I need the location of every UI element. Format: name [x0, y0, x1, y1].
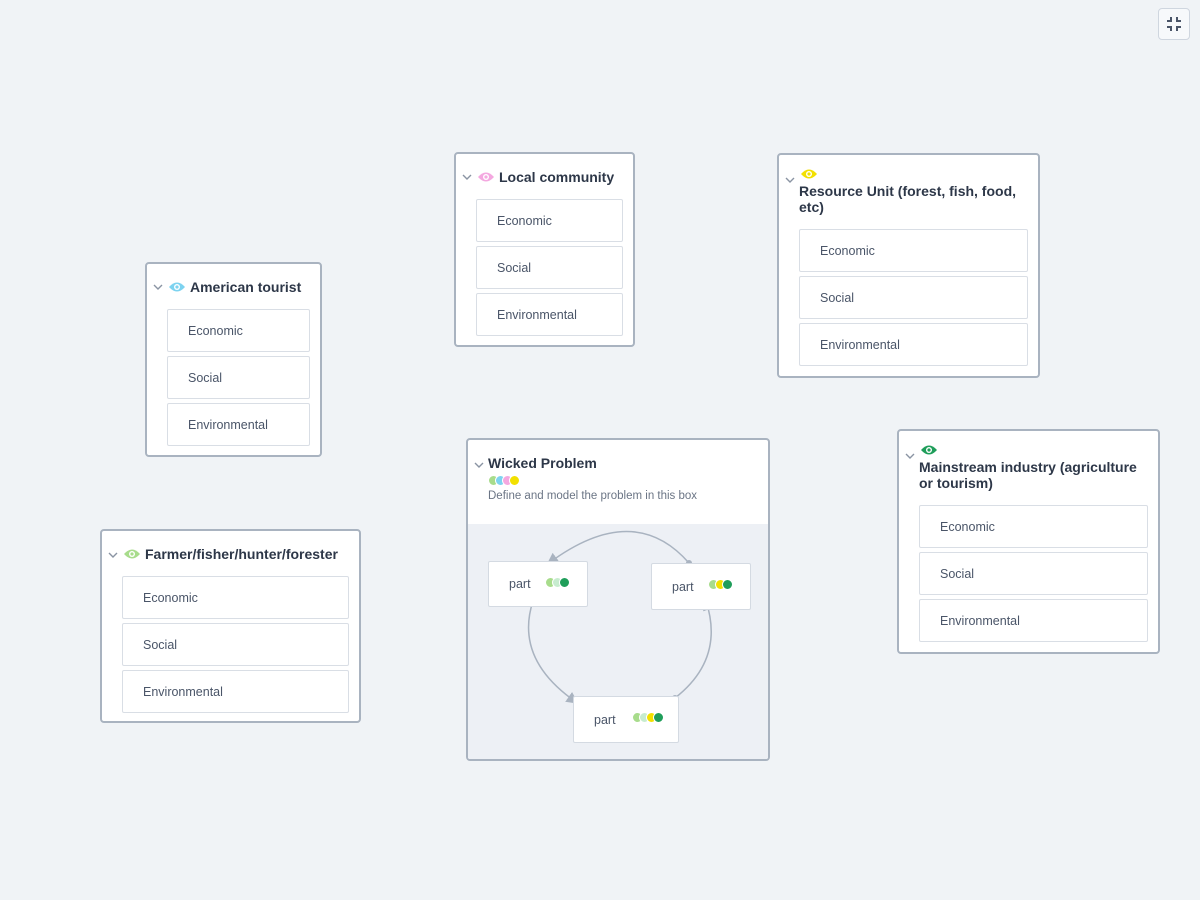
- row-social[interactable]: Social: [167, 356, 310, 399]
- row-environmental[interactable]: Environmental: [799, 323, 1028, 366]
- chevron-down-icon[interactable]: [785, 175, 795, 185]
- exit-fullscreen-button[interactable]: [1158, 8, 1190, 40]
- collapse-icon: [1167, 17, 1181, 31]
- part-label: part: [594, 712, 616, 727]
- row-environmental[interactable]: Environmental: [122, 670, 349, 713]
- card-title: American tourist: [190, 279, 302, 295]
- card-header: Resource Unit (forest, fish, food, etc): [779, 155, 1038, 229]
- row-social[interactable]: Social: [919, 552, 1148, 595]
- part-label: part: [672, 579, 694, 594]
- part-node[interactable]: part: [651, 563, 751, 610]
- eye-icon[interactable]: [920, 444, 938, 456]
- eye-icon[interactable]: [800, 168, 818, 180]
- card-title: Wicked Problem: [488, 455, 597, 471]
- row-economic[interactable]: Economic: [799, 229, 1028, 272]
- eye-icon[interactable]: [168, 281, 186, 293]
- card-header: Farmer/fisher/hunter/forester: [102, 531, 359, 577]
- part-dots: [544, 576, 570, 588]
- row-economic[interactable]: Economic: [122, 576, 349, 619]
- row-social[interactable]: Social: [476, 246, 623, 289]
- card-title: Mainstream industry (agriculture or tour…: [919, 459, 1137, 491]
- part-node[interactable]: part: [573, 696, 679, 743]
- card-header: Mainstream industry (agriculture or tour…: [899, 431, 1158, 505]
- chevron-down-icon[interactable]: [474, 460, 484, 470]
- chevron-down-icon[interactable]: [462, 172, 472, 182]
- card-description: Define and model the problem in this box: [488, 490, 698, 502]
- part-dots: [707, 579, 733, 590]
- part-label: part: [509, 577, 531, 591]
- eye-icon[interactable]: [123, 548, 141, 560]
- card-farmer[interactable]: Farmer/fisher/hunter/forester Economic S…: [100, 529, 361, 723]
- problem-canvas[interactable]: part part part: [468, 524, 768, 759]
- card-header: American tourist: [147, 264, 320, 310]
- card-mainstream-industry[interactable]: Mainstream industry (agriculture or tour…: [897, 429, 1160, 654]
- row-economic[interactable]: Economic: [919, 505, 1148, 548]
- card-resource-unit[interactable]: Resource Unit (forest, fish, food, etc) …: [777, 153, 1040, 378]
- card-title: Resource Unit (forest, fish, food, etc): [799, 183, 1017, 215]
- chevron-down-icon[interactable]: [905, 451, 915, 461]
- chevron-down-icon[interactable]: [153, 282, 163, 292]
- card-title: Farmer/fisher/hunter/forester: [145, 546, 338, 562]
- chevron-down-icon[interactable]: [108, 550, 118, 560]
- part-dots: [631, 712, 664, 723]
- row-environmental[interactable]: Environmental: [919, 599, 1148, 642]
- part-node[interactable]: part: [488, 561, 588, 607]
- row-social[interactable]: Social: [799, 276, 1028, 319]
- card-header: Local community: [456, 154, 633, 200]
- card-american-tourist[interactable]: American tourist Economic Social Environ…: [145, 262, 322, 457]
- card-local-community[interactable]: Local community Economic Social Environm…: [454, 152, 635, 347]
- row-economic[interactable]: Economic: [167, 309, 310, 352]
- card-header: Wicked Problem Define and model the prob…: [468, 440, 768, 524]
- stakeholder-dots: [488, 475, 520, 486]
- card-title: Local community: [499, 169, 615, 185]
- card-wicked-problem[interactable]: Wicked Problem Define and model the prob…: [466, 438, 770, 761]
- row-economic[interactable]: Economic: [476, 199, 623, 242]
- eye-icon[interactable]: [477, 171, 495, 183]
- row-environmental[interactable]: Environmental: [167, 403, 310, 446]
- row-social[interactable]: Social: [122, 623, 349, 666]
- row-environmental[interactable]: Environmental: [476, 293, 623, 336]
